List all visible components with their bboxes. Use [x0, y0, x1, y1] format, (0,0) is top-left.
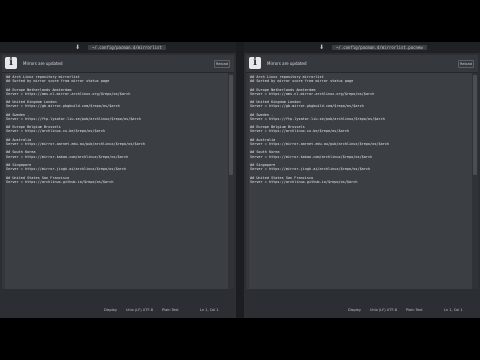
- notification-bar: i Mirrors are updated Reload: [246, 55, 478, 73]
- vertical-scrollbar[interactable]: [472, 73, 478, 289]
- info-icon: i: [249, 57, 261, 69]
- right-editor-window: ⬇ ~/.config/pacman.d/mirrorlist.pacnew i…: [244, 42, 480, 318]
- status-position[interactable]: Ln 1, Col 1: [444, 306, 463, 314]
- vertical-scrollbar[interactable]: [228, 73, 234, 289]
- download-icon[interactable]: ⬇: [74, 44, 81, 51]
- split-divider[interactable]: [236, 42, 244, 318]
- reload-button[interactable]: Reload: [458, 60, 474, 68]
- code-line[interactable]: Server = https://archlinux.github.io/$re…: [6, 180, 226, 184]
- file-path-label: ~/.config/pacman.d/mirrorlist.pacnew: [332, 45, 427, 50]
- status-syntax[interactable]: Plain Text: [406, 306, 423, 314]
- status-syntax[interactable]: Plain Text: [162, 306, 179, 314]
- notification-bar: i Mirrors are updated Reload: [2, 55, 234, 73]
- code-area[interactable]: ## Arch Linux repository mirrorlist ## So…: [250, 75, 470, 187]
- status-encoding[interactable]: Unix (LF) UTF-8: [126, 306, 153, 314]
- status-encoding[interactable]: Unix (LF) UTF-8: [370, 306, 397, 314]
- code-area[interactable]: ## Arch Linux repository mirrorlist ## So…: [6, 75, 226, 187]
- code-line[interactable]: Server = https://archlinux.github.io/$re…: [250, 180, 470, 184]
- scrollbar-thumb[interactable]: [229, 75, 233, 175]
- status-bar: Display Unix (LF) UTF-8 Plain Text Ln 1,…: [0, 306, 236, 314]
- status-mode[interactable]: Display: [104, 306, 117, 314]
- scrollbar-thumb[interactable]: [473, 75, 477, 175]
- info-icon: i: [5, 57, 17, 69]
- reload-button[interactable]: Reload: [214, 60, 230, 68]
- text-editor[interactable]: ## Arch Linux repository mirrorlist ## So…: [246, 73, 478, 289]
- window-title-bar: ⬇ ~/.config/pacman.d/mirrorlist: [0, 42, 236, 53]
- status-bar: Display Unix (LF) UTF-8 Plain Text Ln 1,…: [244, 306, 480, 314]
- text-editor[interactable]: ## Arch Linux repository mirrorlist ## So…: [2, 73, 234, 289]
- download-icon[interactable]: ⬇: [318, 44, 325, 51]
- editor-gutter: [2, 73, 5, 289]
- file-path-label: ~/.config/pacman.d/mirrorlist: [88, 45, 166, 50]
- status-position[interactable]: Ln 1, Col 1: [200, 306, 219, 314]
- window-title-bar: ⬇ ~/.config/pacman.d/mirrorlist.pacnew: [244, 42, 480, 53]
- notification-message: Mirrors are updated: [23, 61, 63, 66]
- left-editor-window: ⬇ ~/.config/pacman.d/mirrorlist i Mirror…: [0, 42, 236, 318]
- notification-message: Mirrors are updated: [267, 61, 307, 66]
- desktop-screen: ⬇ ~/.config/pacman.d/mirrorlist i Mirror…: [0, 42, 480, 318]
- editor-gutter: [246, 73, 249, 289]
- status-mode[interactable]: Display: [348, 306, 361, 314]
